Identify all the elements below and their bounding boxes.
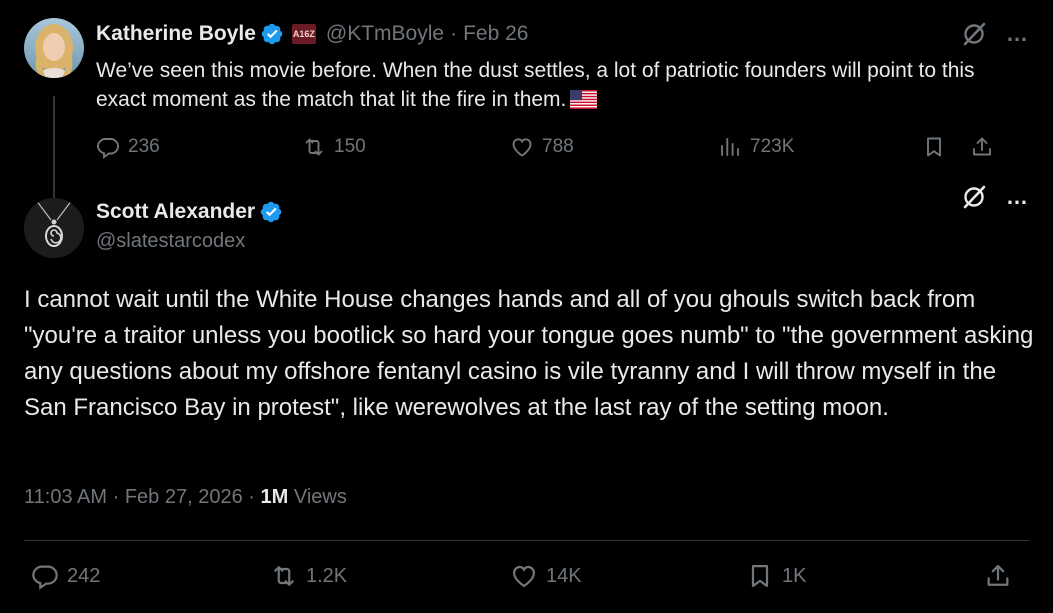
- reply-icon: [97, 138, 119, 159]
- scott-alexander-avatar[interactable]: [24, 198, 84, 258]
- bookmark-button[interactable]: [922, 135, 946, 159]
- repost-button[interactable]: 1.2K: [270, 562, 347, 590]
- affiliate-badge-icon[interactable]: A16Z: [291, 24, 316, 44]
- bookmark-icon: [927, 137, 941, 157]
- repost-count: 150: [334, 136, 366, 157]
- divider: [24, 540, 1029, 541]
- tweet-metadata: 11:03 AM · Feb 27, 2026 · 1M Views: [24, 486, 347, 509]
- reply-button[interactable]: 236: [96, 135, 160, 159]
- repost-icon: [305, 138, 323, 156]
- verified-badge-icon: [259, 200, 283, 224]
- like-button[interactable]: 14K: [510, 562, 582, 590]
- bookmark-count: 1K: [782, 564, 807, 587]
- like-count: 14K: [546, 564, 582, 587]
- separator: ·: [248, 486, 255, 508]
- views-label: Views: [293, 486, 347, 508]
- parent-tweet-actions: 236 150 788 723K: [96, 135, 1026, 163]
- grok-icon[interactable]: [960, 183, 988, 211]
- main-tweet-top-actions: …: [960, 183, 1029, 211]
- reply-count: 242: [67, 564, 101, 587]
- reply-count: 236: [128, 136, 160, 157]
- reply-button[interactable]: 242: [31, 562, 100, 590]
- like-button[interactable]: 788: [510, 135, 574, 159]
- heart-icon: [512, 138, 532, 157]
- author-name[interactable]: Scott Alexander: [96, 200, 255, 224]
- like-count: 788: [542, 136, 574, 157]
- tweet-date[interactable]: Feb 26: [463, 22, 528, 46]
- bookmark-icon: [751, 564, 769, 588]
- repost-icon: [274, 566, 294, 586]
- more-options-icon[interactable]: …: [1006, 186, 1029, 208]
- views-button[interactable]: 723K: [718, 135, 794, 159]
- parent-tweet-header: Katherine Boyle A16Z @KTmBoyle · Feb 26: [96, 20, 528, 48]
- separator: ·: [450, 22, 458, 45]
- verified-badge-icon: [260, 22, 284, 46]
- main-tweet-actions: 242 1.2K 14K 1K: [24, 562, 1029, 594]
- thread-connector-line: [53, 96, 55, 208]
- repost-button[interactable]: 150: [302, 135, 366, 159]
- repost-count: 1.2K: [306, 564, 348, 587]
- tweet-thread: Katherine Boyle A16Z @KTmBoyle · Feb 26 …: [0, 0, 1053, 613]
- share-button[interactable]: [984, 562, 1012, 590]
- views-count: 723K: [750, 136, 795, 157]
- tweet-date[interactable]: Feb 27, 2026: [125, 486, 243, 508]
- bookmark-button[interactable]: 1K: [746, 562, 806, 590]
- author-name[interactable]: Katherine Boyle: [96, 22, 256, 46]
- parent-tweet-top-actions: …: [960, 20, 1029, 48]
- share-button[interactable]: [970, 135, 994, 159]
- us-flag-emoji-icon: [570, 88, 598, 109]
- analytics-icon: [721, 138, 739, 156]
- reply-icon: [32, 565, 58, 590]
- views-count: 1M: [260, 486, 289, 508]
- parent-tweet-text: We’ve seen this movie before. When the d…: [96, 56, 1026, 114]
- grok-icon[interactable]: [960, 20, 988, 48]
- tweet-time[interactable]: 11:03 AM: [24, 486, 107, 508]
- katherine-boyle-avatar[interactable]: [24, 18, 84, 78]
- main-tweet-author: Scott Alexander: [96, 200, 283, 224]
- share-icon: [973, 137, 991, 156]
- heart-icon: [512, 565, 536, 588]
- author-handle[interactable]: @KTmBoyle: [326, 22, 444, 46]
- separator: ·: [112, 486, 120, 508]
- more-options-icon[interactable]: …: [1006, 23, 1029, 45]
- author-handle[interactable]: @slatestarcodex: [96, 230, 245, 253]
- main-tweet-text: I cannot wait until the White House chan…: [24, 286, 1034, 421]
- parent-tweet-body: We’ve seen this movie before. When the d…: [96, 59, 975, 111]
- share-icon: [987, 564, 1009, 586]
